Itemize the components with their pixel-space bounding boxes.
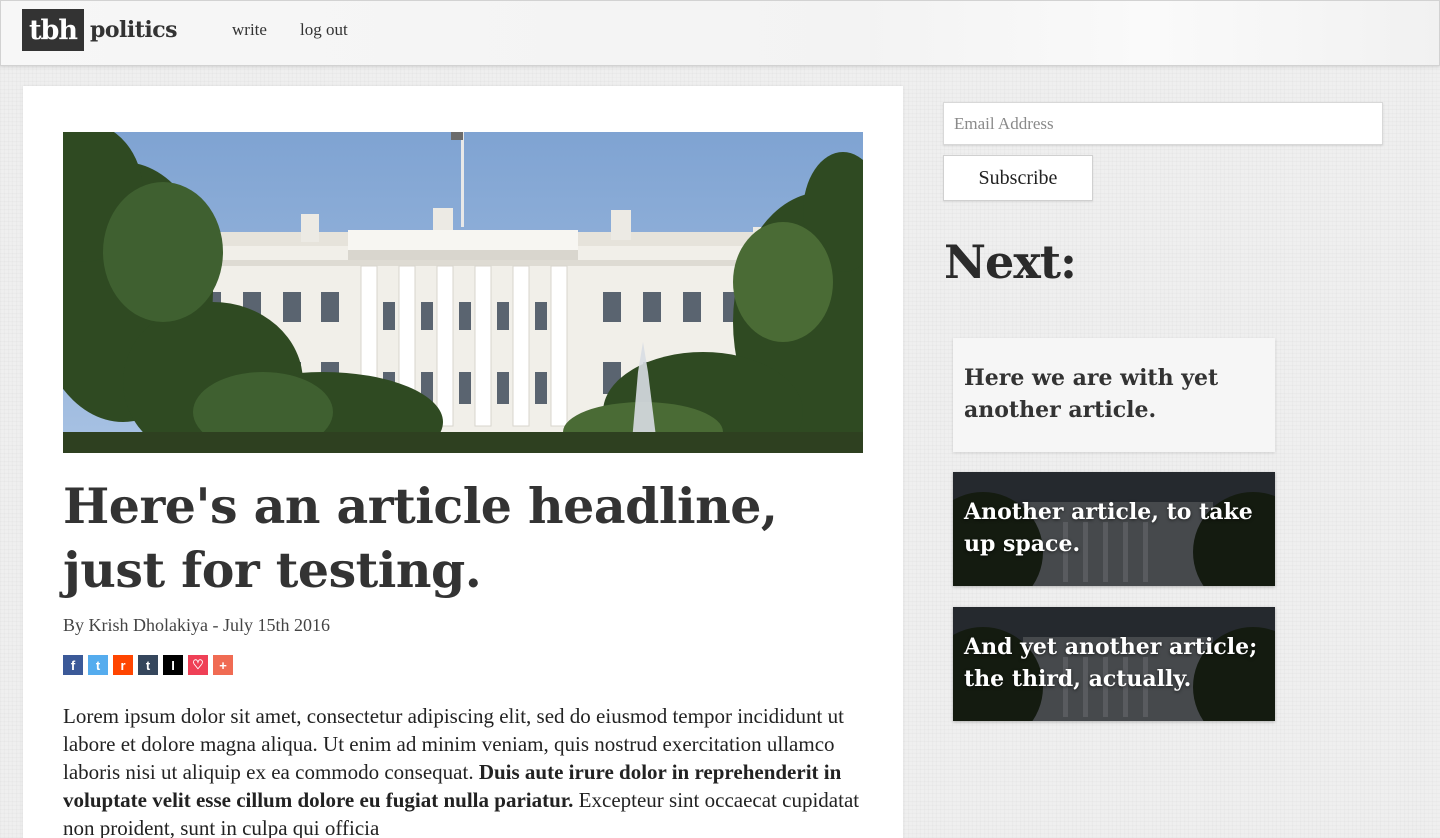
pocket-icon[interactable]: ♡ (188, 655, 208, 675)
more-icon[interactable]: + (213, 655, 233, 675)
site-logo[interactable]: tbh politics (22, 9, 178, 51)
instapaper-icon[interactable]: I (163, 655, 183, 675)
facebook-icon[interactable]: f (63, 655, 83, 675)
nav-logout-link[interactable]: log out (300, 20, 348, 40)
hero-image (63, 132, 863, 453)
next-article-card[interactable]: And yet another article; the third, actu… (953, 607, 1275, 721)
tumblr-icon[interactable]: t (138, 655, 158, 675)
article-card: Here's an article headline, just for tes… (23, 86, 903, 838)
white-house-illustration (63, 132, 863, 453)
next-heading: Next: (944, 235, 1077, 289)
twitter-icon[interactable]: t (88, 655, 108, 675)
next-article-card[interactable]: Here we are with yet another article. (953, 338, 1275, 452)
email-address-input[interactable] (943, 102, 1383, 145)
nav-write-link[interactable]: write (232, 20, 267, 40)
article-headline: Here's an article headline, just for tes… (63, 477, 778, 599)
subscribe-button[interactable]: Subscribe (943, 155, 1093, 201)
next-article-title: And yet another article; the third, actu… (964, 634, 1258, 692)
share-toolbar: f t r t I ♡ + (63, 655, 233, 675)
article-byline: By Krish Dholakiya - July 15th 2016 (63, 615, 330, 635)
logo-word: politics (90, 17, 178, 43)
reddit-icon[interactable]: r (113, 655, 133, 675)
next-article-card[interactable]: Another article, to take up space. (953, 472, 1275, 586)
article-body: Lorem ipsum dolor sit amet, consectetur … (63, 702, 863, 838)
next-article-title: Another article, to take up space. (964, 499, 1253, 557)
top-navigation-bar: tbh politics write log out (0, 0, 1440, 66)
logo-mark: tbh (22, 9, 84, 51)
next-article-title: Here we are with yet another article. (964, 365, 1219, 423)
